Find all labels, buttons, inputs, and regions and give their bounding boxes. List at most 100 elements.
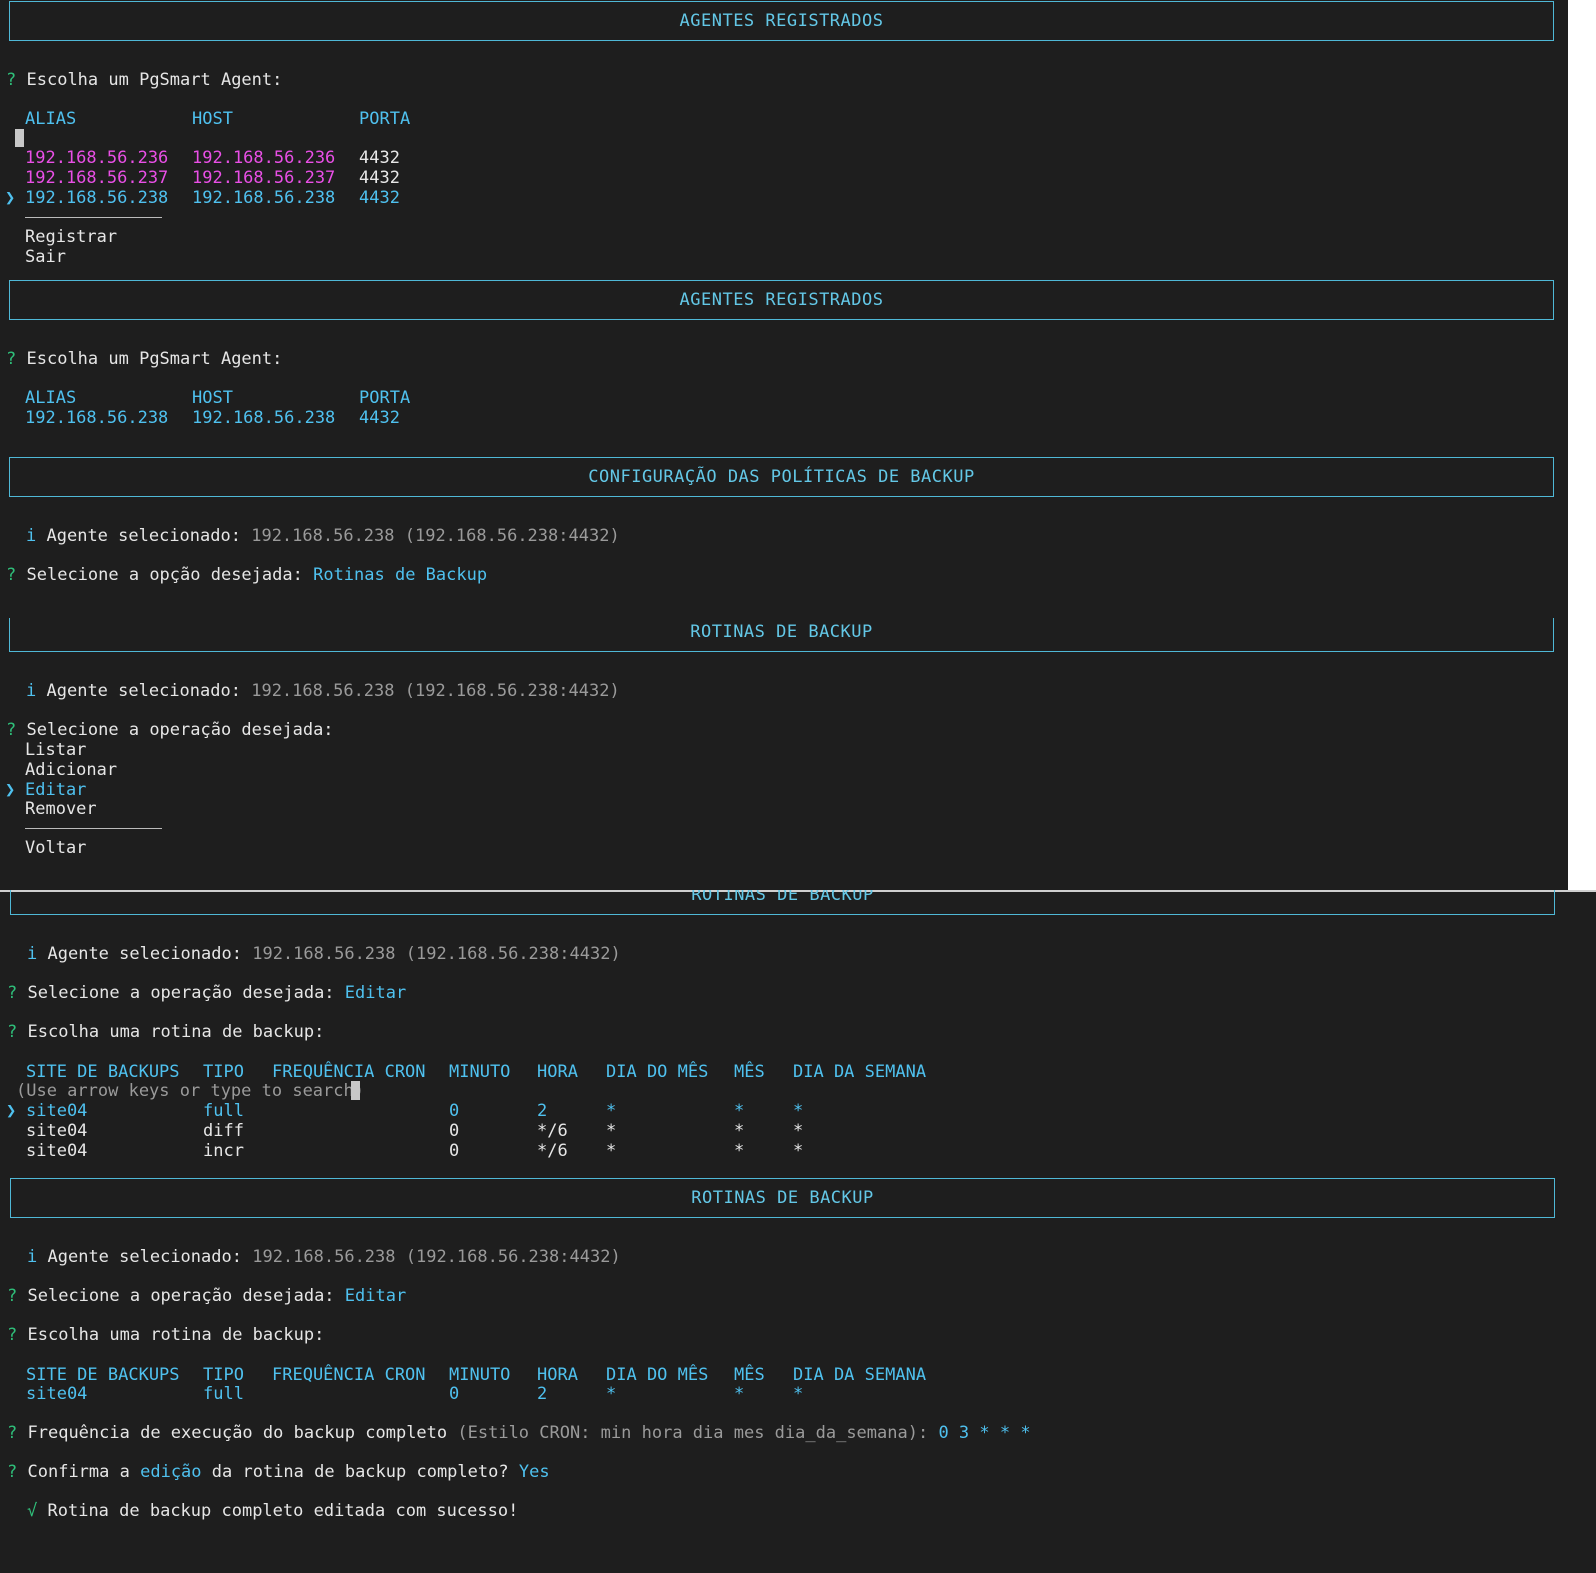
agent-port: 4432 <box>359 408 400 428</box>
info-value: 192.168.56.238 (192.168.56.238:4432) <box>252 944 621 964</box>
prompt-line: ? Escolha uma rotina de backup: <box>7 1022 324 1042</box>
prompt-text: Selecione a opção desejada: <box>26 565 303 585</box>
cell-dia-semana: * <box>793 1101 804 1121</box>
question-mark-icon: ? <box>7 983 18 1003</box>
success-line: √ Rotina de backup completo editada com … <box>27 1501 518 1521</box>
cell-dia-mes: * <box>606 1141 617 1161</box>
question-mark-icon: ? <box>6 70 17 90</box>
cell-tipo: full <box>203 1384 244 1404</box>
pointer-icon: ❯ <box>6 1101 17 1121</box>
cell-site: site04 <box>26 1141 88 1161</box>
frequency-answer[interactable]: 0 3 * * * <box>938 1423 1030 1443</box>
cell-hora: */6 <box>537 1121 568 1141</box>
column-header: MINUTO <box>449 1062 511 1082</box>
menu-option-voltar[interactable]: Voltar <box>25 838 86 858</box>
agent-alias: 192.168.56.238 <box>25 188 169 208</box>
section-header: ROTINAS DE BACKUP <box>10 890 1555 915</box>
column-header: HORA <box>537 1062 578 1082</box>
pointer-icon: ❯ <box>5 188 16 208</box>
menu-option-registrar[interactable]: Registrar <box>25 227 117 247</box>
info-label: Agente selecionado: <box>46 681 241 701</box>
info-icon: i <box>26 526 37 546</box>
confirm-answer[interactable]: Yes <box>519 1462 550 1482</box>
cell-mes: * <box>734 1384 745 1404</box>
menu-option-adicionar[interactable]: Adicionar <box>25 760 117 780</box>
prompt-hint: (Estilo CRON: min hora dia mes dia_da_se… <box>457 1423 929 1443</box>
separator <box>25 217 162 218</box>
column-header: SITE DE BACKUPS <box>26 1365 180 1385</box>
column-header: MÊS <box>734 1365 765 1385</box>
question-mark-icon: ? <box>7 1286 18 1306</box>
cell-mes: * <box>734 1141 745 1161</box>
cell-dia-mes: * <box>606 1384 617 1404</box>
agent-port: 4432 <box>359 168 400 188</box>
cell-site: site04 <box>26 1384 88 1404</box>
section-header: CONFIGURAÇÃO DAS POLÍTICAS DE BACKUP <box>9 457 1554 497</box>
question-mark-icon: ? <box>6 565 17 585</box>
cell-dia-semana: * <box>793 1121 804 1141</box>
prompt-text: da rotina de backup completo? <box>211 1462 509 1482</box>
prompt-line: ? Escolha um PgSmart Agent: <box>6 70 282 90</box>
info-value: 192.168.56.238 (192.168.56.238:4432) <box>251 681 620 701</box>
info-line: i Agente selecionado: 192.168.56.238 (19… <box>26 526 620 546</box>
question-mark-icon: ? <box>7 1462 18 1482</box>
question-mark-icon: ? <box>6 720 17 740</box>
confirm-prompt-line: ? Confirma a edição da rotina de backup … <box>7 1462 550 1482</box>
search-hint[interactable]: (Use arrow keys or type to search) <box>16 1081 364 1101</box>
terminal-panel-routines-menu: ROTINAS DE BACKUP i Agente selecionado: … <box>0 618 1568 890</box>
prompt-answer: Editar <box>344 1286 407 1306</box>
cell-hora: 2 <box>537 1384 548 1404</box>
pointer-icon: ❯ <box>5 780 16 800</box>
prompt-text: Escolha uma rotina de backup: <box>27 1325 325 1345</box>
prompt-text: Escolha uma rotina de backup: <box>27 1022 325 1042</box>
menu-option-sair[interactable]: Sair <box>25 247 66 267</box>
column-header: FREQUÊNCIA CRON <box>272 1062 426 1082</box>
prompt-text: Escolha um PgSmart Agent: <box>26 349 283 369</box>
cell-tipo: incr <box>203 1141 244 1161</box>
question-mark-icon: ? <box>7 1022 18 1042</box>
cell-mes: * <box>734 1121 745 1141</box>
prompt-line: ? Selecione a operação desejada: <box>6 720 334 740</box>
agent-host: 192.168.56.237 <box>192 168 336 188</box>
question-mark-icon: ? <box>7 1423 18 1443</box>
column-header-alias: ALIAS <box>25 388 77 408</box>
column-header: DIA DO MÊS <box>606 1365 709 1385</box>
cell-site: site04 <box>26 1121 88 1141</box>
cell-dia-semana: * <box>793 1141 804 1161</box>
column-header: DIA DA SEMANA <box>793 1365 927 1385</box>
column-header: SITE DE BACKUPS <box>26 1062 180 1082</box>
prompt-line: ? Selecione a opção desejada: Rotinas de… <box>6 565 487 585</box>
agent-port: 4432 <box>359 188 400 208</box>
prompt-text: Escolha um PgSmart Agent: <box>26 70 283 90</box>
frequency-prompt-line: ? Frequência de execução do backup compl… <box>7 1423 1031 1443</box>
info-icon: i <box>27 1247 38 1267</box>
terminal-panel-agents: AGENTES REGISTRADOS ? Escolha um PgSmart… <box>0 0 1568 618</box>
column-header-host: HOST <box>192 388 233 408</box>
agent-alias: 192.168.56.237 <box>25 168 169 188</box>
column-header-porta: PORTA <box>359 388 411 408</box>
cell-dia-semana: * <box>793 1384 804 1404</box>
info-icon: i <box>26 681 37 701</box>
section-header: ROTINAS DE BACKUP <box>9 618 1554 652</box>
menu-option-editar[interactable]: Editar <box>25 780 86 800</box>
text-cursor <box>15 129 24 147</box>
cell-tipo: full <box>203 1101 244 1121</box>
column-header-host: HOST <box>192 109 233 129</box>
question-mark-icon: ? <box>7 1325 18 1345</box>
column-header: DIA DA SEMANA <box>793 1062 927 1082</box>
info-value: 192.168.56.238 (192.168.56.238:4432) <box>252 1247 621 1267</box>
info-value: 192.168.56.238 (192.168.56.238:4432) <box>251 526 620 546</box>
info-line: i Agente selecionado: 192.168.56.238 (19… <box>27 1247 621 1267</box>
cell-site: site04 <box>26 1101 88 1121</box>
menu-option-listar[interactable]: Listar <box>25 740 86 760</box>
info-label: Agente selecionado: <box>47 944 242 964</box>
agent-host: 192.168.56.238 <box>192 408 336 428</box>
info-label: Agente selecionado: <box>47 1247 242 1267</box>
cell-minuto: 0 <box>449 1141 460 1161</box>
prompt-answer: Editar <box>344 983 407 1003</box>
menu-option-remover[interactable]: Remover <box>25 799 97 819</box>
column-header: MINUTO <box>449 1365 511 1385</box>
prompt-line: ? Escolha um PgSmart Agent: <box>6 349 282 369</box>
prompt-answer: Rotinas de Backup <box>313 565 488 585</box>
prompt-text: Frequência de execução do backup complet… <box>27 1423 448 1443</box>
